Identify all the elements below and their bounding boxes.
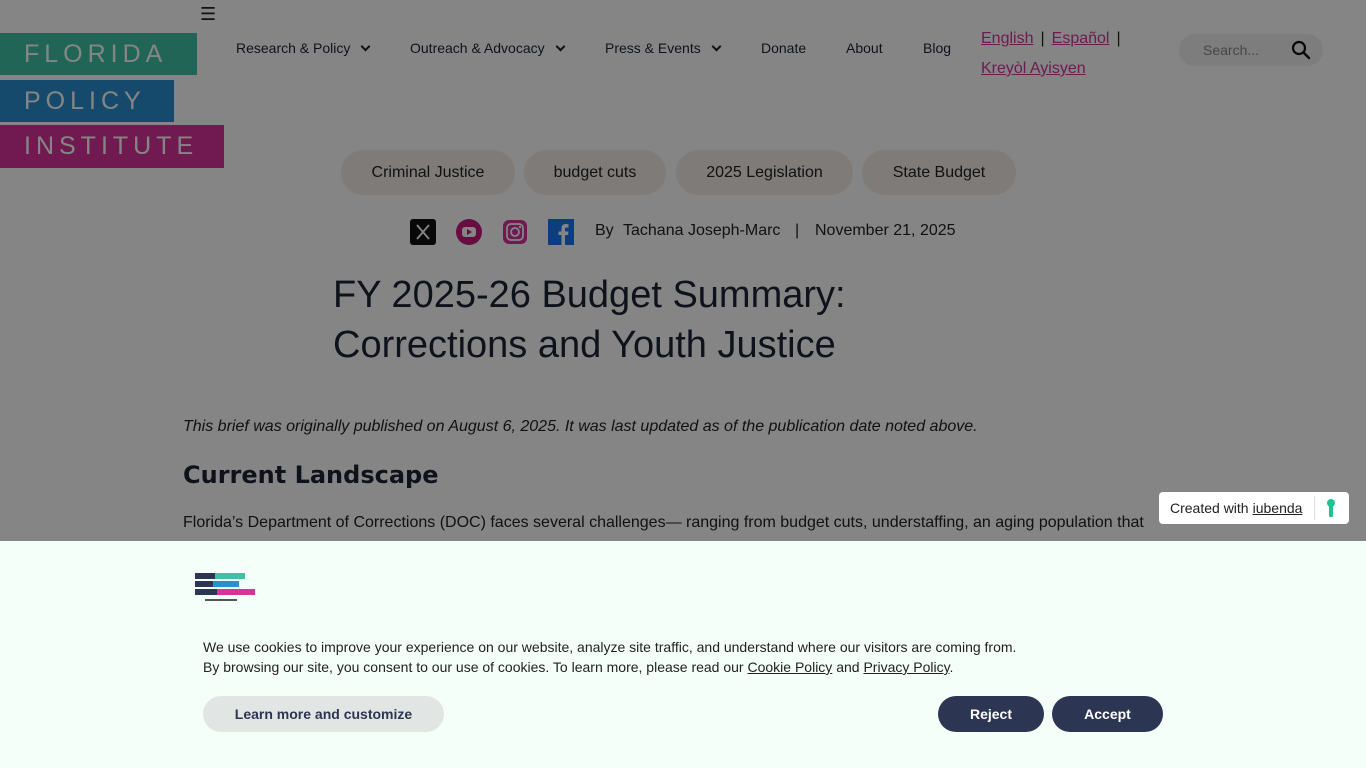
reject-button[interactable]: Reject xyxy=(938,696,1044,732)
and-text: and xyxy=(836,659,860,675)
fpi-anniversary-logo xyxy=(195,573,255,601)
period: . xyxy=(949,659,954,675)
iubenda-link[interactable]: iubenda xyxy=(1253,500,1303,516)
divider xyxy=(1314,496,1315,520)
learn-more-button[interactable]: Learn more and customize xyxy=(203,696,444,732)
cookie-line-2: By browsing our site, you consent to our… xyxy=(203,659,744,675)
iubenda-badge[interactable]: Created with iubenda xyxy=(1159,492,1349,524)
cookie-message: We use cookies to improve your experienc… xyxy=(203,637,1016,677)
cookie-banner: We use cookies to improve your experienc… xyxy=(0,541,1366,768)
iubenda-icon xyxy=(1327,499,1335,517)
iubenda-prefix: Created with xyxy=(1170,500,1249,516)
cookie-line-1: We use cookies to improve your experienc… xyxy=(203,639,1017,655)
privacy-policy-link[interactable]: Privacy Policy xyxy=(863,659,949,675)
accept-button[interactable]: Accept xyxy=(1052,696,1163,732)
cookie-policy-link[interactable]: Cookie Policy xyxy=(747,659,832,675)
